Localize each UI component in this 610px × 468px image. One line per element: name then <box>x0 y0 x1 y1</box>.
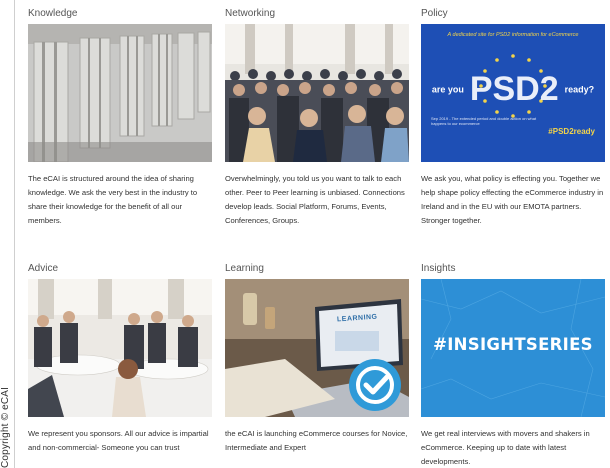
card-text-learning: the eCAI is launching eCommerce courses … <box>225 429 408 452</box>
card-networking[interactable]: Networking Overwhelmingly, you told us y… <box>225 8 409 228</box>
card-advice[interactable]: Advice We represent you sponsors. All ou… <box>28 263 212 455</box>
knowledge-columns-image[interactable] <box>28 24 212 162</box>
copyright-notice: Copyright © eCAI <box>0 386 11 468</box>
psd2-prefix: are you <box>431 84 464 95</box>
card-title-advice[interactable]: Advice <box>28 263 212 279</box>
psd2-title: PSD2 <box>469 70 559 108</box>
psd2-hashtag: #PSD2ready <box>548 127 595 136</box>
card-text-knowledge: The eCAI is structured around the idea o… <box>28 174 198 225</box>
psd2-fine-print: Sep 2019 - The extended period and doubl… <box>431 116 537 126</box>
card-insights[interactable]: Insights #INSIGHTSERIES We get real inte… <box>421 263 605 468</box>
advice-meeting-image[interactable] <box>28 279 212 417</box>
card-policy[interactable]: Policy A dedicated site for PSD2 informa… <box>421 8 605 228</box>
card-text-insights: We get real interviews with movers and s… <box>421 429 590 466</box>
psd2-suffix: ready? <box>564 84 595 95</box>
psd2-banner-image[interactable]: A dedicated site for PSD2 information fo… <box>421 24 605 162</box>
card-title-policy[interactable]: Policy <box>421 8 605 24</box>
card-learning[interactable]: Learning LEARNING the eCAI is launching … <box>225 263 409 455</box>
card-text-networking: Overwhelmingly, you told us you want to … <box>225 174 405 225</box>
laptop-graphic <box>225 279 409 417</box>
card-text-policy: We ask you, what policy is effecting you… <box>421 174 604 225</box>
learning-laptop-image[interactable]: LEARNING <box>225 279 409 417</box>
card-title-insights[interactable]: Insights <box>421 263 605 279</box>
card-text-advice: We represent you sponsors. All our advic… <box>28 429 209 452</box>
insight-series-image[interactable]: #INSIGHTSERIES <box>421 279 605 417</box>
card-title-knowledge[interactable]: Knowledge <box>28 8 212 24</box>
psd2-tagline: A dedicated site for PSD2 information fo… <box>447 32 579 38</box>
networking-audience-image[interactable] <box>225 24 409 162</box>
card-title-networking[interactable]: Networking <box>225 8 409 24</box>
card-knowledge[interactable]: Knowledge The eCAI is structured around … <box>28 8 212 228</box>
insight-hashtag: #INSIGHTSERIES <box>433 335 593 354</box>
card-title-learning[interactable]: Learning <box>225 263 409 279</box>
psd2-headline: are you PSD2 ready? <box>421 70 605 109</box>
